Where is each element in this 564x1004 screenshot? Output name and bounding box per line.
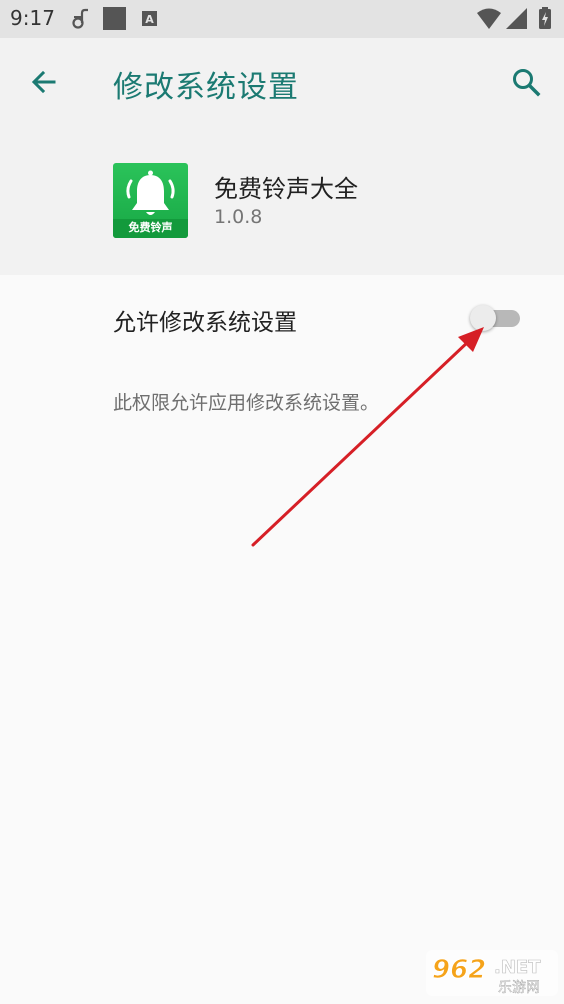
search-button[interactable]	[506, 62, 546, 102]
watermark-logo: 962 .NET 乐游网	[426, 948, 558, 998]
app-version: 1.0.8	[214, 206, 263, 228]
status-icons-right	[476, 7, 556, 31]
app-icon-label: 免费铃声	[128, 221, 173, 234]
arrow-left-icon	[31, 70, 56, 94]
app-header: 修改系统设置 免费铃声 免费铃声大全 1.0.8	[0, 38, 564, 275]
page-title: 修改系统设置	[113, 70, 299, 105]
search-icon	[513, 69, 541, 97]
permission-description: 此权限允许应用修改系统设置。	[113, 392, 380, 414]
signal-icon	[506, 8, 527, 29]
svg-text:.NET: .NET	[494, 957, 541, 978]
permission-toggle[interactable]	[470, 305, 522, 331]
toggle-thumb	[470, 305, 496, 331]
permission-setting-row[interactable]: 允许修改系统设置	[0, 275, 564, 361]
square-icon	[103, 7, 126, 30]
svg-text:乐游网: 乐游网	[498, 980, 540, 996]
font-icon: A	[142, 11, 157, 26]
battery-icon	[539, 7, 551, 29]
permission-label: 允许修改系统设置	[113, 310, 297, 336]
svg-text:A: A	[145, 13, 154, 26]
app-icon: 免费铃声	[113, 163, 188, 238]
svg-text:962: 962	[432, 955, 486, 985]
sync-icon	[72, 8, 88, 29]
back-button[interactable]	[24, 62, 64, 102]
status-icons-left: A	[70, 7, 160, 31]
app-name: 免费铃声大全	[214, 175, 358, 203]
status-time: 9:17	[10, 6, 55, 30]
wifi-icon	[477, 8, 501, 29]
status-bar: 9:17 A	[0, 0, 564, 38]
